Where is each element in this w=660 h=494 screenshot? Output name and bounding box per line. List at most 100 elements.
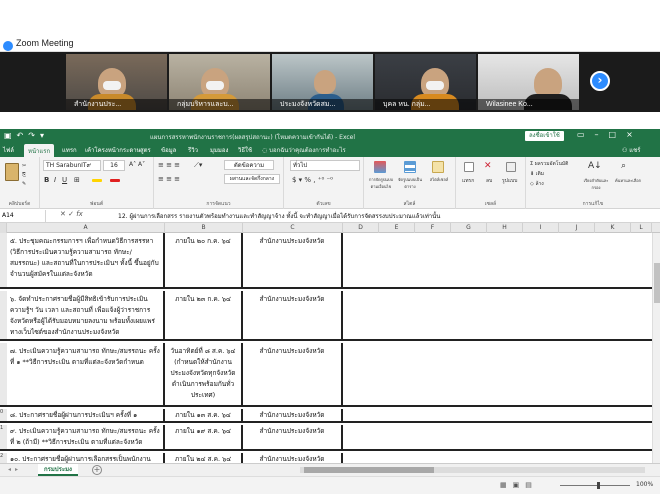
wrap-text-button[interactable]: ตัดข้อความ bbox=[224, 160, 274, 170]
share-button[interactable]: ⚇ แชร์ bbox=[622, 145, 640, 155]
sheet-nav-arrows-icon[interactable]: ◂▸ bbox=[8, 466, 22, 473]
tab-view[interactable]: มุมมอง bbox=[210, 145, 228, 155]
tab-data[interactable]: ข้อมูล bbox=[161, 145, 176, 155]
cell-c[interactable]: สำนักงานประมงจังหวัด bbox=[243, 291, 343, 339]
format-as-table-icon[interactable] bbox=[404, 161, 416, 173]
clear-button[interactable]: ◇ ล้าง bbox=[530, 180, 544, 188]
currency-icon[interactable]: $ ▾ % , ⁺⁰ ⁻⁰ bbox=[292, 176, 333, 184]
cell-b[interactable]: ภายใน ๑๙ ส.ค. ๖๔ bbox=[165, 425, 243, 449]
tab-page-layout[interactable]: เค้าโครงหน้ากระดาษ bbox=[85, 145, 141, 155]
vertical-scrollbar[interactable] bbox=[652, 233, 660, 463]
font-size-grow-icon[interactable]: A˄ A˅ bbox=[129, 161, 145, 168]
column-header[interactable]: H bbox=[487, 223, 523, 233]
cell-a[interactable]: ๙. ประเมินความรู้ความสามารถ ทักษะ/สมรรถน… bbox=[7, 425, 165, 449]
zoom-slider-handle[interactable] bbox=[597, 482, 600, 489]
cell-b[interactable]: ภายใน ๑๓ ส.ค. ๖๔ bbox=[165, 409, 243, 421]
add-sheet-icon[interactable]: + bbox=[92, 465, 102, 475]
cell-a[interactable]: ๑๐. ประกาศรายชื่อผู้ผ่านการเลือกสรรเป็นพ… bbox=[7, 453, 165, 463]
column-header[interactable]: J bbox=[559, 223, 595, 233]
cell-b[interactable]: ภายใน ๒๐ ก.ค. ๖๔ bbox=[165, 233, 243, 287]
participant-tile[interactable]: Wilasinee Ko... bbox=[478, 54, 579, 110]
italic-icon[interactable]: I bbox=[54, 176, 56, 184]
fill-button[interactable]: ⬇ เติม bbox=[530, 170, 544, 178]
cell-a[interactable]: ๘. ประกาศรายชื่อผู้ผ่านการประเมินฯ ครั้ง… bbox=[7, 409, 165, 421]
tell-me-search[interactable]: ◌ บอกฉันว่าคุณต้องการทำอะไร bbox=[262, 145, 346, 155]
paste-icon[interactable] bbox=[5, 163, 19, 181]
window-controls[interactable]: ▭–□× bbox=[577, 130, 643, 139]
chevron-right-icon[interactable]: › bbox=[590, 71, 610, 91]
format-cells-icon[interactable] bbox=[506, 162, 516, 172]
fill-color-icon[interactable] bbox=[92, 179, 102, 182]
column-header[interactable]: A bbox=[7, 223, 165, 233]
row-number[interactable] bbox=[0, 233, 7, 287]
name-box[interactable]: A14 bbox=[0, 210, 46, 222]
cell-a[interactable]: ๗. ประเมินความรู้ความสามารถ ทักษะ/สมรรถน… bbox=[7, 343, 165, 405]
copy-icon[interactable]: ⎘ bbox=[22, 172, 26, 178]
font-color-icon[interactable] bbox=[110, 179, 120, 182]
column-header[interactable]: C bbox=[243, 223, 343, 233]
cell-b[interactable]: ภายใน ๒๔ ส.ค. ๖๔ bbox=[165, 453, 243, 463]
align-left-icon[interactable]: ≡ ≡ ≡ bbox=[158, 175, 180, 183]
tab-file[interactable]: ไฟล์ bbox=[3, 145, 14, 155]
conditional-format-icon[interactable] bbox=[374, 161, 386, 173]
number-format-select[interactable]: ทั่วไป bbox=[290, 160, 360, 171]
column-header[interactable]: K bbox=[595, 223, 631, 233]
fx-icon[interactable]: ✕ ✓ fx bbox=[60, 210, 83, 218]
cell-a[interactable]: ๖. จัดทำประกาศรายชื่อผู้มีสิทธิเข้ารับกา… bbox=[7, 291, 165, 339]
sheet-tab[interactable]: กรมประมง bbox=[38, 464, 78, 476]
format-painter-icon[interactable]: ✎ bbox=[22, 181, 26, 187]
delete-cells-icon[interactable]: ✕ bbox=[484, 161, 492, 171]
bold-icon[interactable]: B bbox=[44, 176, 49, 184]
select-all-corner[interactable] bbox=[0, 223, 7, 233]
row-number[interactable]: 0 bbox=[0, 409, 7, 421]
column-header[interactable]: E bbox=[379, 223, 415, 233]
horizontal-scrollbar[interactable] bbox=[300, 467, 645, 473]
insert-cells-icon[interactable] bbox=[464, 162, 474, 172]
cell-styles-icon[interactable] bbox=[432, 161, 444, 173]
merge-center-button[interactable]: ผสานและจัดกึ่งกลาง bbox=[224, 174, 280, 184]
row-number[interactable]: 1 bbox=[0, 425, 7, 449]
font-size-select[interactable]: 16 bbox=[103, 160, 125, 171]
cut-icon[interactable]: ✂ bbox=[22, 163, 26, 169]
participant-tile[interactable]: สำนักงานประ... bbox=[66, 54, 167, 110]
view-mode-icons[interactable]: ▦▣▤ bbox=[500, 481, 538, 489]
align-top-icon[interactable]: ≡ ≡ ≡ bbox=[158, 161, 180, 169]
autosum-button[interactable]: Σ ผลรวมอัตโนมัติ bbox=[530, 160, 568, 168]
find-select-icon[interactable]: ⌕ bbox=[621, 161, 626, 171]
participant-tile[interactable]: ประมงจังหวัดสม... bbox=[272, 54, 373, 110]
row-number[interactable] bbox=[0, 343, 7, 405]
zoom-slider[interactable] bbox=[560, 485, 630, 486]
tab-insert[interactable]: แทรก bbox=[62, 145, 77, 155]
orientation-icon[interactable]: ⟋▾ bbox=[194, 161, 202, 170]
cell-c[interactable]: สำนักงานประมงจังหวัด bbox=[243, 425, 343, 449]
cell-c[interactable]: สำนักงานประมงจังหวัด bbox=[243, 343, 343, 405]
tab-help[interactable]: วิธีใช้ bbox=[238, 145, 252, 155]
column-header[interactable]: I bbox=[523, 223, 559, 233]
column-header[interactable]: D bbox=[343, 223, 379, 233]
participant-tile[interactable]: กลุ่มบริหารและบ... bbox=[169, 54, 270, 110]
formula-input[interactable]: 12. ผู้ผ่านการเลือกสรร รายงานตัวพร้อมทำง… bbox=[118, 211, 648, 221]
sort-filter-icon[interactable]: A↓ bbox=[588, 161, 602, 171]
cell-b[interactable]: ภายใน ๒๓ ก.ค. ๖๔ bbox=[165, 291, 243, 339]
font-name-select[interactable]: TH SarabunIT๙ bbox=[43, 160, 101, 171]
cell-b[interactable]: วันอาทิตย์ที่ ๘ ส.ค. ๖๔ (กำหนดให้สำนักงา… bbox=[165, 343, 243, 405]
column-header[interactable]: L bbox=[631, 223, 652, 233]
tab-home[interactable]: หน้าแรก bbox=[24, 144, 55, 157]
cell-c[interactable]: สำนักงานประมงจังหวัด bbox=[243, 233, 343, 287]
column-header[interactable]: G bbox=[451, 223, 487, 233]
cell-c[interactable]: สำนักงานประมงจังหวัด bbox=[243, 409, 343, 421]
tab-formulas[interactable]: สูตร bbox=[140, 145, 151, 155]
participant-tile[interactable]: บุคล หน. กลุ่ม... bbox=[375, 54, 476, 110]
column-header[interactable]: B bbox=[165, 223, 243, 233]
tab-review[interactable]: รีวิว bbox=[188, 145, 198, 155]
row-number[interactable] bbox=[0, 291, 7, 339]
zoom-level[interactable]: 100% bbox=[636, 481, 653, 488]
cell-c[interactable]: สำนักงานประมงจังหวัด bbox=[243, 453, 343, 463]
border-icon[interactable]: ⊞ bbox=[74, 176, 80, 184]
sign-in-button[interactable]: ลงชื่อเข้าใช้ bbox=[525, 131, 564, 141]
cell-a[interactable]: ๕. ประชุมคณะกรรมการฯ เพื่อกำหนดวิธีการสร… bbox=[7, 233, 165, 287]
row-number[interactable]: 2 bbox=[0, 453, 7, 463]
worksheet-grid[interactable]: ๕. ประชุมคณะกรรมการฯ เพื่อกำหนดวิธีการสร… bbox=[0, 233, 660, 463]
underline-icon[interactable]: U bbox=[62, 176, 67, 184]
column-header[interactable]: F bbox=[415, 223, 451, 233]
